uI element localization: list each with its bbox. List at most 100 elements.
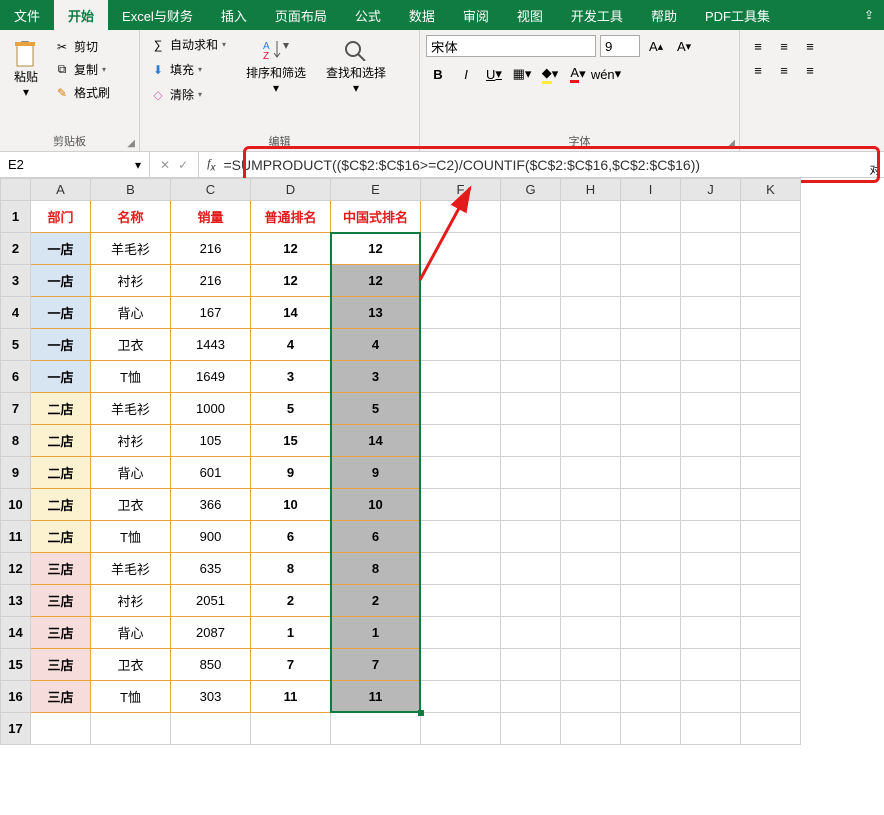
cell[interactable]: 一店 [31, 233, 91, 265]
cell[interactable] [621, 521, 681, 553]
cell[interactable] [741, 585, 801, 617]
tab-页面布局[interactable]: 页面布局 [261, 0, 341, 30]
cell[interactable]: 三店 [31, 585, 91, 617]
cell[interactable] [621, 233, 681, 265]
cell[interactable]: 7 [331, 649, 421, 681]
cell[interactable]: 105 [171, 425, 251, 457]
cell[interactable] [741, 713, 801, 745]
cell[interactable]: 1 [331, 617, 421, 649]
cell[interactable] [421, 681, 501, 713]
cell[interactable] [741, 265, 801, 297]
cell[interactable]: 900 [171, 521, 251, 553]
decrease-font-button[interactable]: A▾ [672, 34, 696, 58]
table-header[interactable]: 中国式排名 [331, 201, 421, 233]
cell[interactable]: T恤 [91, 361, 171, 393]
dialog-launcher-icon[interactable]: ◢ [727, 138, 735, 149]
cell[interactable] [501, 521, 561, 553]
table-header[interactable]: 普通排名 [251, 201, 331, 233]
cell[interactable]: 12 [331, 265, 421, 297]
cell[interactable] [741, 489, 801, 521]
sort-filter-button[interactable]: AZ 排序和筛选▾ [240, 34, 312, 97]
cell[interactable] [421, 361, 501, 393]
cell[interactable] [331, 713, 421, 745]
border-button[interactable]: ▦▾ [510, 62, 534, 86]
cell[interactable] [421, 457, 501, 489]
cell[interactable]: 11 [331, 681, 421, 713]
cell[interactable]: 一店 [31, 265, 91, 297]
tab-文件[interactable]: 文件 [0, 0, 54, 30]
cell[interactable] [561, 553, 621, 585]
cell[interactable] [741, 393, 801, 425]
cell[interactable] [251, 713, 331, 745]
cell[interactable] [621, 201, 681, 233]
cell[interactable] [741, 425, 801, 457]
tab-开始[interactable]: 开始 [54, 0, 108, 30]
cell[interactable] [501, 649, 561, 681]
cell[interactable] [561, 617, 621, 649]
cell[interactable] [501, 297, 561, 329]
cell[interactable]: 12 [251, 233, 331, 265]
cell[interactable] [501, 585, 561, 617]
cell[interactable] [681, 233, 741, 265]
cell[interactable] [561, 681, 621, 713]
row-header-14[interactable]: 14 [1, 617, 31, 649]
cell[interactable]: 衬衫 [91, 425, 171, 457]
cell[interactable] [741, 233, 801, 265]
cell[interactable]: 三店 [31, 681, 91, 713]
cell[interactable] [421, 265, 501, 297]
cell[interactable] [681, 713, 741, 745]
cell[interactable]: 1649 [171, 361, 251, 393]
cell[interactable] [421, 393, 501, 425]
increase-font-button[interactable]: A▴ [644, 34, 668, 58]
cell[interactable]: 4 [251, 329, 331, 361]
cell[interactable] [621, 265, 681, 297]
cell[interactable]: 850 [171, 649, 251, 681]
tab-PDF工具集[interactable]: PDF工具集 [691, 0, 784, 30]
cell[interactable] [31, 713, 91, 745]
cell[interactable]: 14 [331, 425, 421, 457]
cell[interactable] [561, 713, 621, 745]
cell[interactable] [501, 233, 561, 265]
cell[interactable] [501, 393, 561, 425]
cell[interactable]: T恤 [91, 521, 171, 553]
cell[interactable]: 635 [171, 553, 251, 585]
cell[interactable]: 4 [331, 329, 421, 361]
row-header-16[interactable]: 16 [1, 681, 31, 713]
cell[interactable]: 10 [251, 489, 331, 521]
cell[interactable] [561, 649, 621, 681]
cell[interactable] [741, 329, 801, 361]
cell[interactable]: 三店 [31, 617, 91, 649]
cell[interactable] [501, 457, 561, 489]
col-header-D[interactable]: D [251, 179, 331, 201]
cell[interactable]: 羊毛衫 [91, 233, 171, 265]
cell[interactable]: 6 [331, 521, 421, 553]
row-header-17[interactable]: 17 [1, 713, 31, 745]
cell[interactable]: 二店 [31, 457, 91, 489]
col-header-G[interactable]: G [501, 179, 561, 201]
cell[interactable]: 14 [251, 297, 331, 329]
cell[interactable] [681, 393, 741, 425]
cell[interactable]: 12 [331, 233, 421, 265]
cell[interactable]: 5 [331, 393, 421, 425]
cut-button[interactable]: ✂剪切 [50, 36, 114, 57]
row-header-6[interactable]: 6 [1, 361, 31, 393]
cell[interactable] [681, 361, 741, 393]
tab-插入[interactable]: 插入 [207, 0, 261, 30]
row-header-5[interactable]: 5 [1, 329, 31, 361]
cell[interactable]: 216 [171, 233, 251, 265]
name-box-input[interactable] [8, 157, 135, 172]
col-header-J[interactable]: J [681, 179, 741, 201]
phonetic-button[interactable]: wén▾ [594, 62, 618, 86]
cell[interactable] [561, 265, 621, 297]
cell[interactable] [741, 649, 801, 681]
col-header-A[interactable]: A [31, 179, 91, 201]
cell[interactable] [561, 425, 621, 457]
cell[interactable] [621, 649, 681, 681]
cell[interactable] [501, 201, 561, 233]
cell[interactable] [621, 457, 681, 489]
autosum-button[interactable]: ∑自动求和▾ [146, 34, 230, 55]
align-left-button[interactable]: ≡ [746, 58, 770, 82]
cell[interactable]: 12 [251, 265, 331, 297]
table-header[interactable]: 部门 [31, 201, 91, 233]
cell[interactable]: 三店 [31, 553, 91, 585]
